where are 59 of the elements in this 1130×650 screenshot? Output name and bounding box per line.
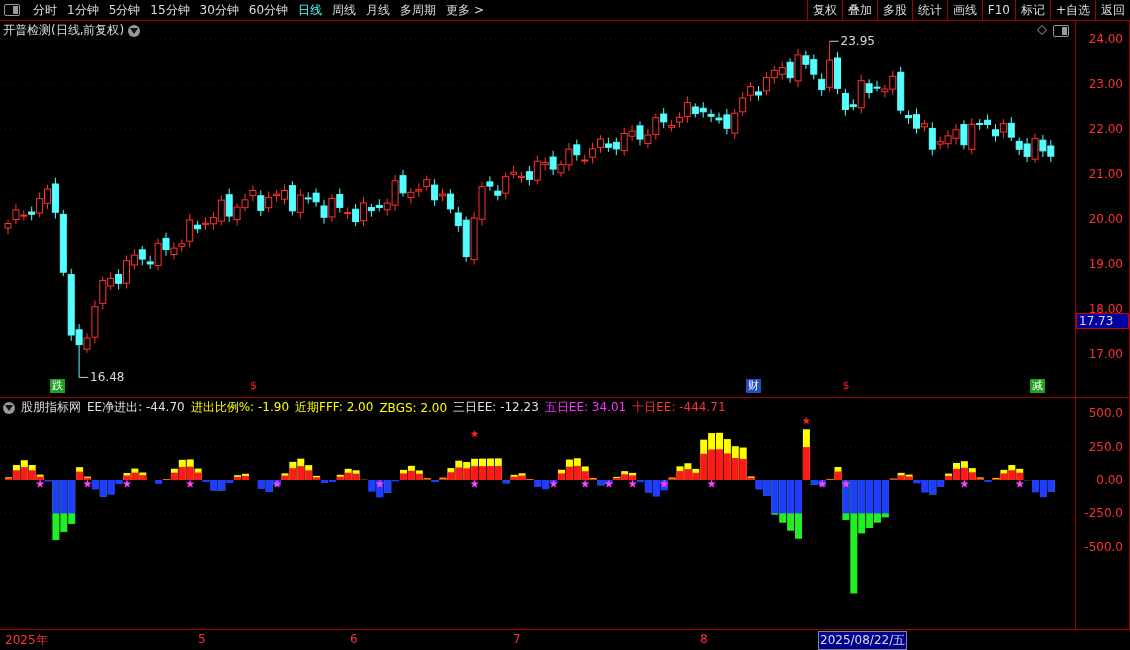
price-tick: 21.00 bbox=[1088, 167, 1123, 181]
panel-toggle-icon[interactable] bbox=[4, 4, 20, 16]
indicator-readout: 五日EE: 34.01 bbox=[544, 399, 627, 416]
date-label: 7 bbox=[513, 632, 521, 646]
event-marker[interactable]: $ bbox=[840, 379, 852, 393]
period-tab[interactable]: 日线 bbox=[294, 1, 327, 19]
period-tab[interactable]: 更多 > bbox=[442, 1, 488, 19]
chart-title: 开普检测(日线,前复权) bbox=[3, 22, 125, 39]
indicator-readout: 三日EE: -12.23 bbox=[453, 399, 539, 416]
cursor-date-label: 2025/08/22/五 bbox=[818, 631, 908, 650]
price-tick: 20.00 bbox=[1088, 212, 1123, 226]
price-tick: 17.00 bbox=[1088, 347, 1123, 361]
period-tab[interactable]: 60分钟 bbox=[244, 1, 293, 19]
toolbar-button[interactable]: F10 bbox=[981, 0, 1015, 20]
low-price-label: 16.48 bbox=[90, 370, 125, 385]
price-tick: 22.00 bbox=[1088, 122, 1123, 136]
value-tick: 250.0 bbox=[1088, 440, 1123, 454]
high-price-label: 23.95 bbox=[840, 34, 875, 49]
toolbar-button[interactable]: 复权 bbox=[806, 0, 842, 20]
price-tick: 23.00 bbox=[1088, 77, 1123, 91]
date-label: 5 bbox=[198, 632, 206, 646]
period-tab[interactable]: 周线 bbox=[328, 1, 361, 19]
toolbar-button[interactable]: +自选 bbox=[1049, 0, 1095, 20]
dropdown-icon[interactable] bbox=[3, 401, 15, 414]
price-tick: 19.00 bbox=[1088, 257, 1123, 271]
indicator-name: 股朋指标网 bbox=[21, 399, 81, 416]
period-tab[interactable]: 多周期 bbox=[396, 1, 441, 19]
indicator-readout: 进出比例%: -1.90 bbox=[190, 399, 290, 416]
indicator-readout: ZBGS: 2.00 bbox=[379, 400, 448, 415]
toolbar-button[interactable]: 画线 bbox=[946, 0, 982, 20]
value-tick: 500.0 bbox=[1088, 406, 1123, 420]
indicator-readout: 十日EE: -444.71 bbox=[632, 399, 726, 416]
value-tick: 0.00 bbox=[1096, 473, 1123, 487]
value-tick: -250.0 bbox=[1084, 506, 1123, 520]
price-tick: 24.00 bbox=[1088, 32, 1123, 46]
date-label: 6 bbox=[350, 632, 358, 646]
toolbar-button[interactable]: 统计 bbox=[911, 0, 947, 20]
dropdown-icon[interactable] bbox=[128, 24, 141, 37]
event-marker[interactable]: $ bbox=[247, 379, 259, 393]
toolbar-button[interactable]: 返回 bbox=[1095, 0, 1130, 20]
period-tab[interactable]: 30分钟 bbox=[195, 1, 243, 19]
period-tab[interactable]: 月线 bbox=[362, 1, 395, 19]
period-tab[interactable]: 5分钟 bbox=[104, 1, 145, 19]
toolbar-button[interactable]: 叠加 bbox=[841, 0, 877, 20]
current-price-label: 17.73 bbox=[1076, 313, 1129, 330]
indicator-readout: EE净进出: -44.70 bbox=[87, 399, 185, 416]
price-tick: 18.00 bbox=[1088, 302, 1123, 316]
period-tab[interactable]: 分时 bbox=[29, 1, 61, 19]
period-tab[interactable]: 15分钟 bbox=[146, 1, 194, 19]
event-marker[interactable]: 财 bbox=[745, 379, 761, 393]
panel-toggle-icon[interactable] bbox=[1053, 25, 1069, 37]
diamond-icon[interactable] bbox=[1037, 25, 1047, 35]
toolbar-button[interactable]: 标记 bbox=[1014, 0, 1050, 20]
toolbar-button[interactable]: 多股 bbox=[876, 0, 912, 20]
period-tab[interactable]: 1分钟 bbox=[63, 1, 103, 19]
value-tick: -500.0 bbox=[1084, 540, 1123, 554]
indicator-readout: 近期FFF: 2.00 bbox=[295, 399, 374, 416]
date-label: 2025年 bbox=[5, 632, 48, 649]
date-label: 8 bbox=[700, 632, 708, 646]
